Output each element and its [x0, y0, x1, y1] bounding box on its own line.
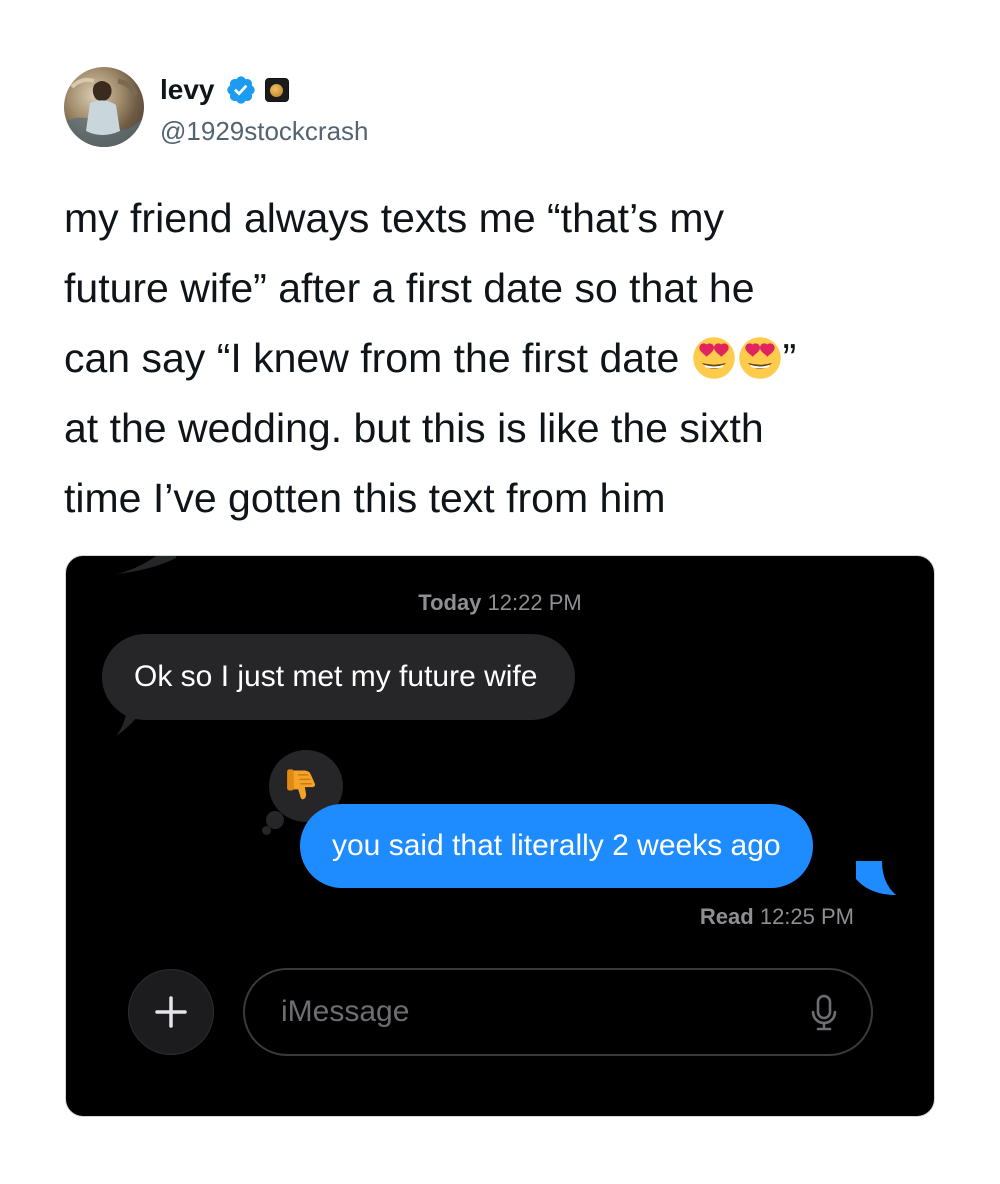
heart-eyes-emoji-icon	[738, 337, 781, 379]
tweet-line: at the wedding. but this is like the six…	[64, 405, 764, 451]
tweet-line: time I’ve gotten this text from him	[64, 475, 666, 521]
add-attachment-button[interactable]	[128, 969, 214, 1055]
tweet-media-image[interactable]: Today 12:22 PM Ok so I just met my futur…	[65, 555, 935, 1117]
tweet-text: my friend always texts me “that’s my fut…	[64, 183, 944, 533]
incoming-bubble-tail	[116, 691, 150, 736]
timestamp-time: 12:22 PM	[487, 590, 582, 615]
read-label: Read	[699, 904, 754, 929]
incoming-message-text: Ok so I just met my future wife	[134, 660, 538, 693]
tweet-line: future wife” after a first date so that …	[64, 265, 755, 311]
author-name[interactable]: levy	[160, 74, 215, 106]
tweet-line-with-emoji: can say “I knew from the first date ”	[64, 323, 944, 393]
incoming-message-bubble[interactable]: Ok so I just met my future wife	[102, 634, 576, 720]
avatar[interactable]	[64, 67, 144, 147]
message-timestamp: Today 12:22 PM	[66, 590, 934, 616]
outgoing-bubble-tail	[856, 861, 896, 895]
microphone-icon[interactable]	[811, 994, 837, 1032]
read-receipt: Read 12:25 PM	[700, 904, 854, 930]
read-time: 12:25 PM	[759, 904, 854, 929]
tweet-line: can say “I knew from the first date	[64, 335, 680, 381]
author-handle[interactable]: @1929stockcrash	[160, 116, 369, 147]
thumbs-down-icon	[287, 769, 316, 800]
verified-badge-icon	[226, 76, 255, 104]
tweet-line: my friend always texts me “that’s my	[64, 195, 724, 241]
closing-quote: ”	[782, 335, 797, 381]
timestamp-day: Today	[418, 590, 482, 615]
plus-icon	[155, 996, 187, 1028]
outgoing-message-text: you said that literally 2 weeks ago	[332, 829, 781, 862]
partial-bubble-tail	[116, 556, 176, 574]
tapback-dot	[266, 811, 284, 829]
heart-eyes-emoji-icon	[692, 337, 735, 379]
imessage-input[interactable]: iMessage	[243, 968, 873, 1056]
affiliate-badge-icon	[264, 78, 289, 102]
outgoing-message-bubble[interactable]: you said that literally 2 weeks ago	[300, 804, 813, 888]
imessage-placeholder: iMessage	[281, 995, 410, 1028]
